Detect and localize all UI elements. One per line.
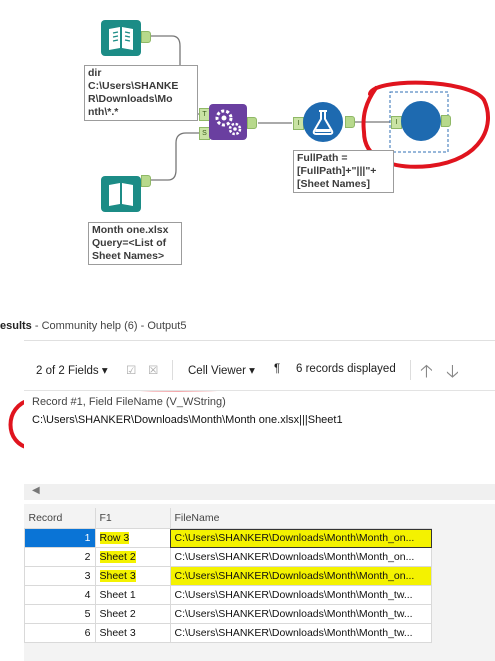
f1-cell[interactable]: Row 3 — [94, 528, 171, 548]
formula-tool[interactable] — [303, 102, 343, 142]
pilcrow-icon[interactable]: ¶ — [274, 363, 280, 375]
record-cell[interactable]: 5 — [24, 604, 96, 624]
records-count: 6 records displayed — [296, 363, 396, 375]
directory-output-anchor[interactable] — [141, 31, 151, 43]
column-header-record[interactable]: Record — [24, 508, 96, 529]
record-cell[interactable]: 3 — [24, 566, 96, 586]
flask-icon — [312, 110, 334, 135]
arrow-down-icon[interactable]: 🡣 — [446, 359, 459, 389]
record-cell[interactable]: 6 — [24, 623, 96, 643]
output-tool[interactable] — [401, 101, 441, 141]
gears-icon — [215, 109, 242, 136]
output-output-anchor[interactable] — [441, 115, 451, 127]
connection-line — [150, 132, 200, 181]
table-row[interactable]: 5 Sheet 2 C:\Users\SHANKER\Downloads\Mon… — [24, 604, 432, 624]
f1-cell[interactable]: Sheet 3 — [94, 623, 171, 643]
filename-cell[interactable]: C:\Users\SHANKER\Downloads\Month\Month_o… — [169, 528, 432, 548]
input-output-anchor[interactable] — [141, 175, 151, 187]
table-row[interactable]: 2 Sheet 2 C:\Users\SHANKER\Downloads\Mon… — [24, 547, 432, 567]
f1-cell[interactable]: Sheet 2 — [94, 604, 171, 624]
input-tool[interactable] — [101, 176, 141, 212]
cell-viewer-header: Record #1, Field FileName (V_WString) — [32, 396, 226, 408]
book-icon — [109, 183, 133, 206]
table-row[interactable]: 3 Sheet 3 C:\Users\SHANKER\Downloads\Mon… — [24, 566, 432, 586]
record-cell[interactable]: 2 — [24, 547, 96, 567]
divider — [24, 340, 495, 341]
table-row[interactable]: 4 Sheet 1 C:\Users\SHANKER\Downloads\Mon… — [24, 585, 432, 605]
filename-cell[interactable]: C:\Users\SHANKER\Downloads\Month\Month_o… — [169, 566, 432, 586]
scroll-left-icon[interactable]: ◀ — [32, 485, 40, 496]
formula-output-anchor[interactable] — [345, 116, 355, 128]
table-row[interactable]: 6 Sheet 3 C:\Users\SHANKER\Downloads\Mon… — [24, 623, 432, 643]
table-header-row: Record F1 FileName — [24, 508, 432, 529]
dynamic-input-tool[interactable] — [209, 104, 247, 140]
directory-annotation: dir C:\Users\SHANKE R\Downloads\Mo nth\*… — [84, 65, 198, 121]
results-toolbar: 2 of 2 Fields ▾ ☑ ☒ Cell Viewer ▾ ¶ 6 re… — [24, 352, 495, 391]
filename-cell[interactable]: C:\Users\SHANKER\Downloads\Month\Month_t… — [169, 604, 432, 624]
column-header-filename[interactable]: FileName — [170, 508, 432, 529]
dynamic-input-output-anchor[interactable] — [247, 117, 257, 129]
filename-cell[interactable]: C:\Users\SHANKER\Downloads\Month\Month_t… — [169, 623, 432, 643]
separator — [410, 360, 411, 380]
book-icon — [109, 27, 133, 50]
check-icon[interactable]: ☑ — [126, 363, 136, 377]
cell-viewer-dropdown[interactable]: Cell Viewer ▾ — [188, 363, 255, 377]
record-cell[interactable]: 1 — [24, 528, 96, 548]
results-title: esults - Community help (6) - Output5 — [0, 320, 187, 332]
input-annotation: Month one.xlsx Query=<List of Sheet Name… — [88, 222, 182, 265]
table-row[interactable]: 1 Row 3 C:\Users\SHANKER\Downloads\Month… — [24, 528, 432, 548]
directory-tool[interactable] — [101, 20, 141, 56]
f1-cell[interactable]: Sheet 1 — [94, 585, 171, 605]
separator — [172, 360, 173, 380]
cell-viewer-value[interactable]: C:\Users\SHANKER\Downloads\Month\Month o… — [32, 414, 343, 426]
fields-dropdown[interactable]: 2 of 2 Fields ▾ — [36, 363, 108, 377]
f1-cell[interactable]: Sheet 2 — [94, 547, 171, 567]
record-cell[interactable]: 4 — [24, 585, 96, 605]
arrow-up-icon[interactable]: 🡡 — [420, 359, 433, 389]
filename-cell[interactable]: C:\Users\SHANKER\Downloads\Month\Month_t… — [169, 585, 432, 605]
formula-annotation: FullPath = [FullPath]+"|||"+ [Sheet Name… — [293, 150, 394, 193]
results-table: Record F1 FileName 1 Row 3 C:\Users\SHAN… — [24, 508, 432, 643]
column-header-f1[interactable]: F1 — [95, 508, 171, 529]
f1-cell[interactable]: Sheet 3 — [94, 566, 171, 586]
clear-icon[interactable]: ☒ — [148, 363, 158, 377]
filename-cell[interactable]: C:\Users\SHANKER\Downloads\Month\Month_o… — [169, 547, 432, 567]
horizontal-scrollbar[interactable]: ◀ — [24, 484, 495, 500]
